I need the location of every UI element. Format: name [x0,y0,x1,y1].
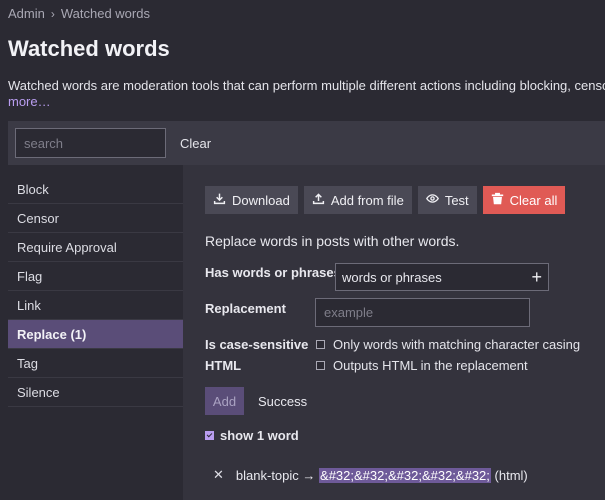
sidebar-item-block[interactable]: Block [8,175,183,204]
download-button[interactable]: Download [205,186,298,214]
sidebar-item-flag[interactable]: Flag [8,262,183,291]
breadcrumb-admin-link[interactable]: Admin [8,6,45,21]
search-input[interactable] [15,128,166,158]
breadcrumb-current: Watched words [60,6,150,21]
arrow-icon: → [302,467,316,483]
replacement-label: Replacement [205,301,286,316]
sidebar-item-censor[interactable]: Censor [8,204,183,233]
toolbar: Download Add from file Test Clear all [205,186,566,214]
replacement-value: &#32;&#32;&#32;&#32;&#32; [319,467,491,483]
sidebar-item-tag[interactable]: Tag [8,349,183,378]
add-from-file-label: Add from file [330,192,404,208]
replace-description: Replace words in posts with other words. [205,233,460,249]
download-icon [213,192,226,208]
more-link[interactable]: more… [8,94,51,109]
case-sensitive-option[interactable]: Only words with matching character casin… [316,337,580,352]
show-words-checkbox[interactable] [205,431,214,440]
case-sensitive-label: Is case-sensitive [205,337,309,352]
page-description: Watched words are moderation tools that … [8,78,605,93]
test-label: Test [444,192,469,208]
sidebar-item-link[interactable]: Link [8,291,183,320]
page-title: Watched words [8,36,170,61]
case-sensitive-text: Only words with matching character casin… [333,337,581,352]
html-label: HTML [205,358,242,373]
breadcrumb-separator: › [50,6,55,21]
list-item: ✕ blank-topic → &#32;&#32;&#32;&#32;&#32… [213,467,528,483]
case-sensitive-checkbox[interactable] [316,340,325,349]
plus-icon[interactable]: + [531,268,542,286]
clear-all-button[interactable]: Clear all [482,186,566,214]
download-label: Download [232,192,290,208]
clear-search-button[interactable]: Clear [180,136,211,151]
sidebar: Block Censor Require Approval Flag Link … [8,175,183,407]
add-from-file-button[interactable]: Add from file [303,186,412,214]
sidebar-item-replace[interactable]: Replace (1) [8,320,183,349]
html-text: Outputs HTML in the replacement [333,358,528,373]
show-words-label: show 1 word [220,428,299,443]
close-icon[interactable]: ✕ [213,467,224,483]
watched-word: blank-topic [235,467,299,483]
html-suffix: (html) [494,467,528,483]
breadcrumb: Admin › Watched words [8,6,150,21]
test-button[interactable]: Test [417,186,477,214]
eye-icon [425,192,439,208]
words-field-value: words or phrases [342,269,442,285]
words-label: Has words or phrases [205,265,341,280]
status-message: Success [258,394,308,409]
search-bar: Clear [8,121,605,165]
sidebar-item-silence[interactable]: Silence [8,378,183,407]
show-words-toggle[interactable]: show 1 word [205,428,299,443]
words-field[interactable]: words or phrases + [335,263,549,291]
html-checkbox[interactable] [316,361,325,370]
html-option[interactable]: Outputs HTML in the replacement [316,358,528,373]
add-button[interactable]: Add [205,387,244,415]
sidebar-item-require-approval[interactable]: Require Approval [8,233,183,262]
replacement-input[interactable] [315,298,530,327]
replace-panel: Download Add from file Test Clear all Re… [183,165,605,500]
upload-icon [312,192,325,208]
trash-icon [491,192,504,208]
clear-all-label: Clear all [509,192,558,208]
